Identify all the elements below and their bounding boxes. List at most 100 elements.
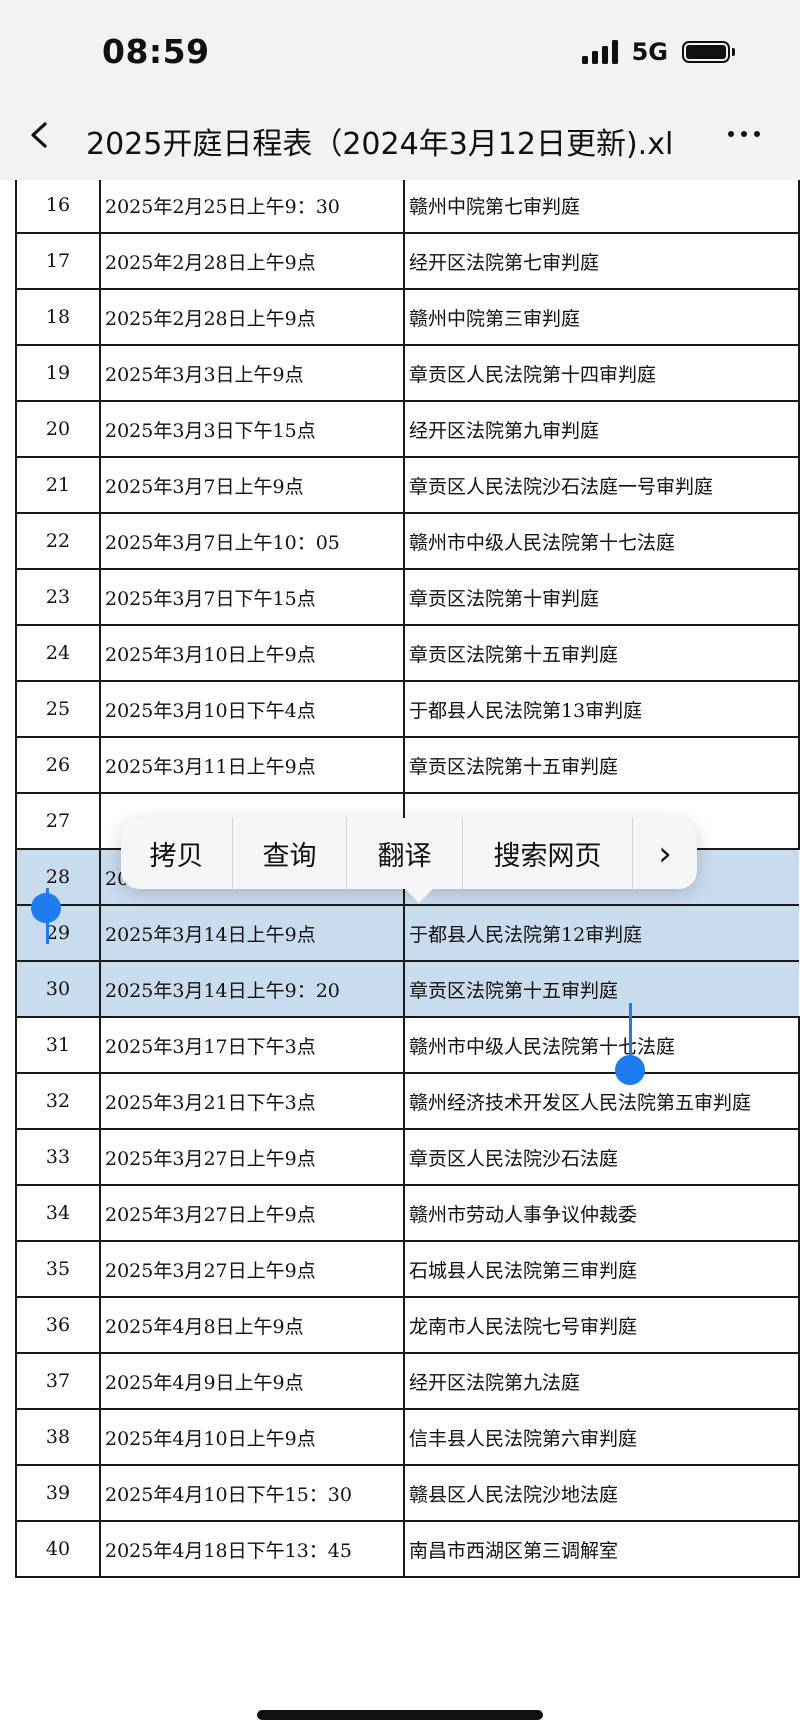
more-options-icon[interactable] — [728, 124, 768, 144]
table-row[interactable]: 16 2025年2月25日上午9：30 赣州中院第七审判庭 — [15, 176, 800, 234]
row-number-cell[interactable]: 20 — [15, 400, 101, 458]
row-number-cell[interactable]: 18 — [15, 288, 101, 346]
table-row[interactable]: 34 2025年3月27日上午9点 赣州市劳动人事争议仲裁委 — [15, 1184, 800, 1242]
court-name-cell[interactable]: 赣州经济技术开发区人民法院第五审判庭 — [403, 1072, 800, 1130]
row-number-cell[interactable]: 21 — [15, 456, 101, 514]
table-row[interactable]: 30 2025年3月14日上午9：20 章贡区法院第十五审判庭 — [15, 960, 799, 1018]
selection-end-handle[interactable] — [615, 1055, 645, 1085]
hearing-date-cell[interactable]: 2025年4月9日上午9点 — [99, 1352, 405, 1410]
row-number-cell[interactable]: 27 — [15, 792, 101, 850]
hearing-date-cell[interactable]: 2025年2月25日上午9：30 — [99, 176, 405, 234]
hearing-date-cell[interactable]: 2025年3月3日下午15点 — [99, 400, 405, 458]
court-name-cell[interactable]: 信丰县人民法院第六审判庭 — [403, 1408, 800, 1466]
hearing-date-cell[interactable]: 2025年4月18日下午13：45 — [99, 1520, 405, 1578]
menu-more-chevron-icon[interactable]: › — [633, 818, 697, 889]
table-row[interactable]: 33 2025年3月27日上午9点 章贡区人民法院沙石法庭 — [15, 1128, 800, 1186]
court-name-cell[interactable]: 赣县区人民法院沙地法庭 — [403, 1464, 800, 1522]
court-name-cell[interactable]: 经开区法院第七审判庭 — [403, 232, 800, 290]
hearing-date-cell[interactable]: 2025年3月3日上午9点 — [99, 344, 405, 402]
row-number-cell[interactable]: 32 — [15, 1072, 101, 1130]
table-row[interactable]: 22 2025年3月7日上午10：05 赣州市中级人民法院第十七法庭 — [15, 512, 800, 570]
hearing-date-cell[interactable]: 2025年3月7日上午9点 — [99, 456, 405, 514]
court-name-cell[interactable]: 南昌市西湖区第三调解室 — [403, 1520, 800, 1578]
hearing-date-cell[interactable]: 2025年4月10日上午9点 — [99, 1408, 405, 1466]
table-row[interactable]: 31 2025年3月17日下午3点 赣州市中级人民法院第十七法庭 — [15, 1016, 800, 1074]
hearing-date-cell[interactable]: 2025年3月17日下午3点 — [99, 1016, 405, 1074]
hearing-date-cell[interactable]: 2025年3月27日上午9点 — [99, 1128, 405, 1186]
hearing-date-cell[interactable]: 2025年3月14日上午9：20 — [99, 960, 405, 1018]
court-name-cell[interactable]: 章贡区人民法院沙石法庭一号审判庭 — [403, 456, 800, 514]
back-chevron-icon[interactable] — [26, 122, 52, 148]
row-number-cell[interactable]: 38 — [15, 1408, 101, 1466]
row-number-cell[interactable]: 40 — [15, 1520, 101, 1578]
court-name-cell[interactable]: 章贡区人民法院第十四审判庭 — [403, 344, 800, 402]
court-name-cell[interactable]: 章贡区法院第十五审判庭 — [403, 736, 800, 794]
row-number-cell[interactable]: 30 — [15, 960, 101, 1018]
selection-end-handle-line[interactable] — [629, 1003, 632, 1059]
row-number-cell[interactable]: 22 — [15, 512, 101, 570]
table-row[interactable]: 26 2025年3月11日上午9点 章贡区法院第十五审判庭 — [15, 736, 800, 794]
court-name-cell[interactable]: 赣州市中级人民法院第十七法庭 — [403, 512, 800, 570]
court-name-cell[interactable]: 石城县人民法院第三审判庭 — [403, 1240, 800, 1298]
hearing-date-cell[interactable]: 2025年3月27日上午9点 — [99, 1184, 405, 1242]
court-name-cell[interactable]: 经开区法院第九审判庭 — [403, 400, 800, 458]
table-row[interactable]: 17 2025年2月28日上午9点 经开区法院第七审判庭 — [15, 232, 800, 290]
row-number-cell[interactable]: 39 — [15, 1464, 101, 1522]
hearing-date-cell[interactable]: 2025年3月7日下午15点 — [99, 568, 405, 626]
row-number-cell[interactable]: 36 — [15, 1296, 101, 1354]
hearing-date-cell[interactable]: 2025年3月11日上午9点 — [99, 736, 405, 794]
hearing-date-cell[interactable]: 2025年2月28日上午9点 — [99, 232, 405, 290]
row-number-cell[interactable]: 17 — [15, 232, 101, 290]
court-name-cell[interactable]: 经开区法院第九法庭 — [403, 1352, 800, 1410]
hearing-date-cell[interactable]: 2025年3月10日上午9点 — [99, 624, 405, 682]
row-number-cell[interactable]: 31 — [15, 1016, 101, 1074]
hearing-date-cell[interactable]: 2025年2月28日上午9点 — [99, 288, 405, 346]
hearing-date-cell[interactable]: 2025年3月14日上午9点 — [99, 904, 405, 962]
table-row[interactable]: 36 2025年4月8日上午9点 龙南市人民法院七号审判庭 — [15, 1296, 800, 1354]
hearing-date-cell[interactable]: 2025年4月8日上午9点 — [99, 1296, 405, 1354]
table-row[interactable]: 35 2025年3月27日上午9点 石城县人民法院第三审判庭 — [15, 1240, 800, 1298]
row-number-cell[interactable]: 16 — [15, 176, 101, 234]
row-number-cell[interactable]: 37 — [15, 1352, 101, 1410]
table-row[interactable]: 39 2025年4月10日下午15：30 赣县区人民法院沙地法庭 — [15, 1464, 800, 1522]
table-row[interactable]: 29 2025年3月14日上午9点 于都县人民法院第12审判庭 — [15, 904, 799, 962]
court-name-cell[interactable]: 于都县人民法院第12审判庭 — [403, 904, 799, 962]
row-number-cell[interactable]: 24 — [15, 624, 101, 682]
menu-lookup[interactable]: 查询 — [233, 818, 347, 889]
row-number-cell[interactable]: 19 — [15, 344, 101, 402]
court-name-cell[interactable]: 章贡区法院第十五审判庭 — [403, 624, 800, 682]
table-row[interactable]: 23 2025年3月7日下午15点 章贡区法院第十审判庭 — [15, 568, 800, 626]
row-number-cell[interactable]: 23 — [15, 568, 101, 626]
menu-translate[interactable]: 翻译 — [347, 818, 463, 889]
row-number-cell[interactable]: 25 — [15, 680, 101, 738]
table-row[interactable]: 21 2025年3月7日上午9点 章贡区人民法院沙石法庭一号审判庭 — [15, 456, 800, 514]
hearing-date-cell[interactable]: 2025年3月10日下午4点 — [99, 680, 405, 738]
hearing-date-cell[interactable]: 2025年3月7日上午10：05 — [99, 512, 405, 570]
row-number-cell[interactable]: 34 — [15, 1184, 101, 1242]
menu-search-web[interactable]: 搜索网页 — [463, 818, 633, 889]
table-row[interactable]: 25 2025年3月10日下午4点 于都县人民法院第13审判庭 — [15, 680, 800, 738]
court-name-cell[interactable]: 赣州市劳动人事争议仲裁委 — [403, 1184, 800, 1242]
home-indicator[interactable] — [257, 1710, 543, 1720]
row-number-cell[interactable]: 33 — [15, 1128, 101, 1186]
selection-start-handle[interactable] — [31, 893, 61, 923]
hearing-date-cell[interactable]: 2025年4月10日下午15：30 — [99, 1464, 405, 1522]
table-row[interactable]: 38 2025年4月10日上午9点 信丰县人民法院第六审判庭 — [15, 1408, 800, 1466]
table-row[interactable]: 19 2025年3月3日上午9点 章贡区人民法院第十四审判庭 — [15, 344, 800, 402]
row-number-cell[interactable]: 26 — [15, 736, 101, 794]
menu-copy[interactable]: 拷贝 — [121, 818, 233, 889]
hearing-date-cell[interactable]: 2025年3月21日下午3点 — [99, 1072, 405, 1130]
court-name-cell[interactable]: 赣州市中级人民法院第十七法庭 — [403, 1016, 800, 1074]
court-name-cell[interactable]: 章贡区人民法院沙石法庭 — [403, 1128, 800, 1186]
table-row[interactable]: 18 2025年2月28日上午9点 赣州中院第三审判庭 — [15, 288, 800, 346]
court-name-cell[interactable]: 龙南市人民法院七号审判庭 — [403, 1296, 800, 1354]
row-number-cell[interactable]: 28 — [15, 848, 101, 906]
table-row[interactable]: 40 2025年4月18日下午13：45 南昌市西湖区第三调解室 — [15, 1520, 800, 1578]
court-name-cell[interactable]: 章贡区法院第十五审判庭 — [403, 960, 799, 1018]
table-row[interactable]: 24 2025年3月10日上午9点 章贡区法院第十五审判庭 — [15, 624, 800, 682]
court-name-cell[interactable]: 赣州中院第七审判庭 — [403, 176, 800, 234]
court-name-cell[interactable]: 赣州中院第三审判庭 — [403, 288, 800, 346]
row-number-cell[interactable]: 35 — [15, 1240, 101, 1298]
table-row[interactable]: 32 2025年3月21日下午3点 赣州经济技术开发区人民法院第五审判庭 — [15, 1072, 800, 1130]
hearing-date-cell[interactable]: 2025年3月27日上午9点 — [99, 1240, 405, 1298]
